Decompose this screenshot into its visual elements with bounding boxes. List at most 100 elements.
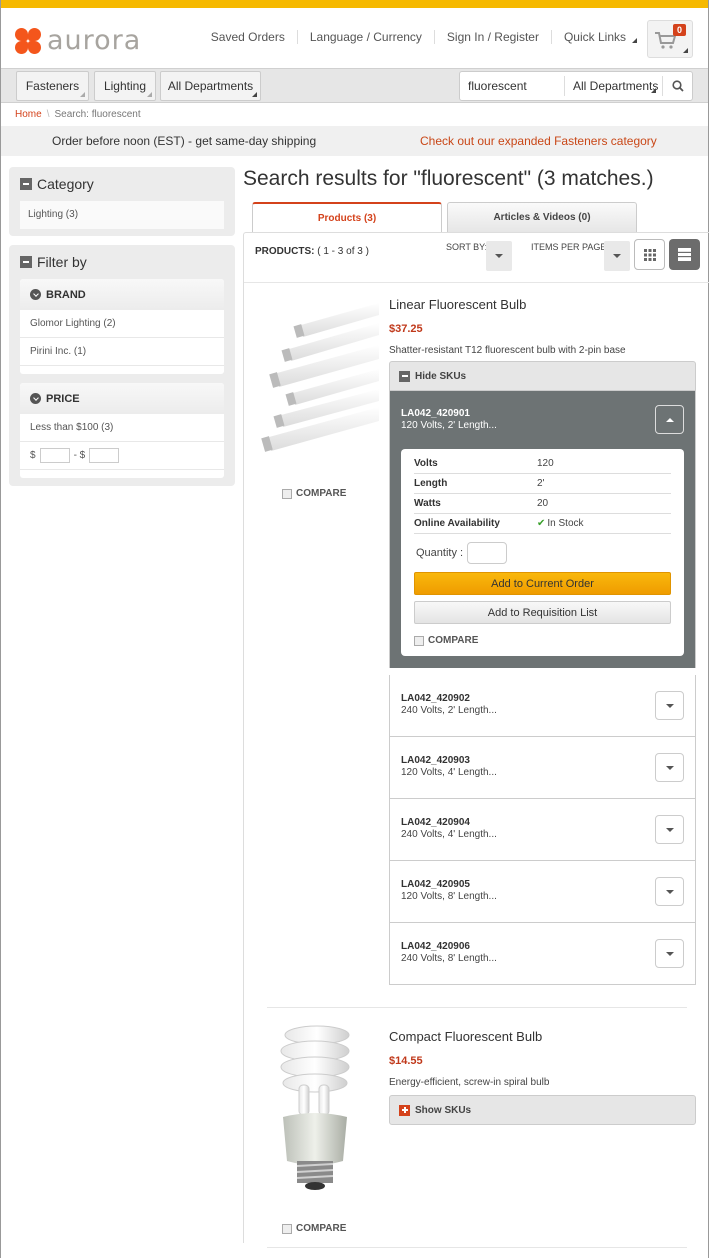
sku-id: LA042_420905 [401, 879, 470, 890]
sku-id: LA042_420901 [401, 408, 470, 419]
brand-item-pirini[interactable]: Pirini Inc. (1) [20, 338, 224, 366]
price-max-input[interactable] [89, 448, 120, 463]
language-currency-link[interactable]: Language / Currency [296, 30, 434, 44]
checkbox [282, 488, 292, 499]
dept-label: All Departments [167, 79, 254, 93]
product-price: $14.55 [389, 1055, 423, 1067]
collapse-icon [20, 256, 32, 268]
top-accent-bar [1, 0, 708, 8]
expand-sku-button[interactable] [655, 877, 684, 906]
price-item-under-100[interactable]: Less than $100 (3) [20, 414, 224, 442]
dept-fasteners-button[interactable]: Fasteners [16, 71, 89, 101]
chevron-up-icon [665, 417, 674, 422]
add-to-current-order-button[interactable]: Add to Current Order [414, 572, 671, 595]
brand-item-glomor[interactable]: Glomor Lighting (2) [20, 310, 224, 338]
availability-value: ✔ In Stock [537, 514, 584, 533]
collapse-icon [399, 370, 410, 382]
product-count: PRODUCTS: ( 1 - 3 of 3 ) [255, 246, 369, 257]
sku-summary: 240 Volts, 4' Length... [401, 829, 497, 840]
cart-button[interactable]: 0 [647, 20, 693, 58]
dropdown-corner-icon [632, 38, 637, 43]
result-tabs: Products (3) Articles & Videos (0) [243, 202, 709, 232]
brand-facet-title: BRAND [46, 288, 86, 301]
expand-sku-button[interactable] [655, 691, 684, 720]
cart-count-badge: 0 [672, 24, 686, 36]
sku-row: LA042_420902 240 Volts, 2' Length... [389, 675, 696, 737]
attribute-value: 120 [537, 458, 554, 469]
dept-label: Fasteners [25, 79, 80, 93]
breadcrumb-current: Search: fluorescent [54, 109, 141, 120]
utility-links: Saved Orders Language / Currency Sign In… [199, 30, 642, 44]
price-range: $ - $ [20, 442, 224, 470]
sku-id: LA042_420903 [401, 755, 470, 766]
breadcrumb-separator: \ [46, 109, 50, 120]
category-panel-header[interactable]: Category [20, 175, 224, 193]
compare-label: COMPARE [296, 488, 347, 499]
expand-sku-button[interactable] [655, 753, 684, 782]
brand-facet-header[interactable]: BRAND [20, 279, 224, 310]
all-departments-button[interactable]: All Departments [160, 71, 261, 101]
attribute-name: Online Availability [414, 518, 500, 529]
sign-in-link[interactable]: Sign In / Register [433, 30, 551, 44]
category-item-lighting[interactable]: Lighting (3) [20, 201, 224, 229]
price-to-label: - $ [73, 449, 86, 461]
results-panel: PRODUCTS: ( 1 - 3 of 3 ) SORT BY: ITEMS … [243, 232, 709, 1248]
hide-skus-toggle[interactable]: Hide SKUs [389, 361, 696, 391]
product-image[interactable] [269, 1021, 359, 1191]
category-title: Category [37, 176, 94, 192]
price-min-input[interactable] [39, 448, 70, 463]
quantity-label: Quantity : [416, 546, 464, 559]
checkbox [282, 1223, 292, 1234]
search-button[interactable] [662, 76, 692, 96]
sku-summary: 120 Volts, 4' Length... [401, 767, 497, 778]
tab-products[interactable]: Products (3) [252, 202, 442, 232]
compare-checkbox[interactable]: COMPARE [282, 1223, 346, 1234]
chevron-down-icon [30, 289, 41, 300]
saved-orders-link[interactable]: Saved Orders [199, 30, 297, 44]
quick-links-label: Quick Links [563, 30, 626, 44]
attribute-name: Volts [414, 458, 438, 469]
fluorescent-tube-image [261, 303, 379, 452]
compare-checkbox[interactable]: COMPARE [282, 488, 346, 499]
product-compact-fluorescent: COMPARE Compact Fluorescent Bulb $14.55 … [244, 1003, 709, 1248]
collapse-sku-button[interactable] [655, 405, 684, 434]
filter-panel-header[interactable]: Filter by [20, 253, 224, 271]
search-scope-select[interactable]: All Departments [564, 76, 662, 96]
logo-icon [15, 27, 41, 54]
expand-icon [399, 1104, 410, 1116]
add-to-requisition-list-button[interactable]: Add to Requisition List [414, 601, 671, 624]
dept-lighting-button[interactable]: Lighting [94, 71, 156, 101]
search-box: All Departments [459, 71, 693, 101]
product-image[interactable] [259, 303, 379, 463]
quantity-input[interactable] [467, 541, 508, 564]
breadcrumb-home-link[interactable]: Home [15, 109, 42, 120]
expand-sku-button[interactable] [655, 939, 684, 968]
sku-row: LA042_420903 120 Volts, 4' Length... [389, 737, 696, 799]
search-input[interactable] [460, 79, 564, 93]
sku-compare-checkbox[interactable]: COMPARE [414, 635, 671, 646]
category-panel: Category Lighting (3) [9, 167, 235, 236]
product-name-link[interactable]: Compact Fluorescent Bulb [389, 1029, 542, 1044]
expand-sku-button[interactable] [655, 815, 684, 844]
fasteners-promo-link[interactable]: Check out our expanded Fasteners categor… [420, 134, 657, 148]
attribute-row: Watts 20 [414, 494, 671, 514]
grid-view-button[interactable] [634, 239, 665, 270]
dropdown-corner-icon [80, 92, 85, 97]
product-name-link[interactable]: Linear Fluorescent Bulb [389, 297, 526, 312]
chevron-down-icon [613, 254, 621, 258]
quick-links-menu[interactable]: Quick Links [550, 30, 642, 44]
list-view-button[interactable] [669, 239, 700, 270]
tab-articles-videos[interactable]: Articles & Videos (0) [447, 202, 637, 232]
items-per-page-select[interactable] [604, 241, 630, 271]
cfl-bulb-image [280, 1025, 350, 1190]
sort-by-select[interactable] [486, 241, 512, 271]
sku-summary: 120 Volts, 8' Length... [401, 891, 497, 902]
price-facet-header[interactable]: PRICE [20, 383, 224, 414]
search-icon [671, 80, 684, 92]
attribute-row: Volts 120 [414, 454, 671, 474]
count-value: ( 1 - 3 of 3 ) [317, 246, 369, 257]
product-description: Energy-efficient, screw-in spiral bulb [389, 1077, 550, 1088]
show-skus-toggle[interactable]: Show SKUs [389, 1095, 696, 1125]
brand-facet: BRAND Glomor Lighting (2) Pirini Inc. (1… [20, 279, 224, 374]
logo[interactable]: aurora [15, 25, 141, 56]
